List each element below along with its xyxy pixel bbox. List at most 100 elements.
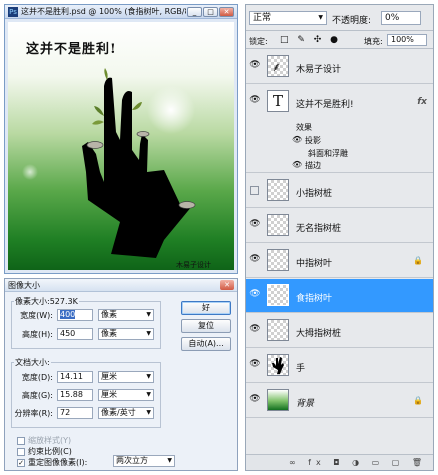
layer-row[interactable]: 👁 无名指树桩 [246, 209, 433, 243]
layer-row[interactable]: 👁 中指树叶 🔒 [246, 244, 433, 278]
lock-bar: 锁定: □ ✎ ✣ ● 填充: 100% [246, 32, 433, 49]
eye-icon[interactable]: 👁 [292, 160, 302, 169]
lock-icon: 🔒 [413, 256, 423, 265]
effect-bevel-emboss[interactable]: 斜面和浮雕 [308, 148, 348, 159]
canvas-signature: 木易子设计 [176, 261, 211, 269]
effects-label: 效果 [296, 123, 312, 132]
leaf-icon [104, 68, 108, 80]
height-input[interactable]: 450 [57, 328, 93, 340]
visibility-toggle[interactable] [250, 186, 259, 195]
dialog-close-icon[interactable]: ✕ [220, 280, 234, 290]
doc-height-input[interactable]: 15.88 [57, 389, 93, 401]
resample-checkbox[interactable]: ✓ 重定图像像素(I): [17, 457, 87, 468]
layer-name: 食指树叶 [296, 294, 333, 304]
auto-button[interactable]: 自动(A)... [181, 337, 231, 351]
chevron-down-icon: ▼ [146, 409, 151, 416]
layer-name: 大拇指树桩 [296, 329, 342, 339]
constrain-proportions-checkbox[interactable]: 约束比例(C) [17, 446, 72, 457]
layer-name: 手 [296, 364, 306, 374]
leaf-icon [132, 102, 142, 110]
resample-method-select[interactable]: 两次立方 ▼ [113, 455, 175, 467]
document-title: 这并不是胜利.psd @ 100% (食指树叶, RGB/8) [21, 7, 186, 16]
dialog-titlebar[interactable]: 图像大小 ✕ [5, 279, 237, 292]
maximize-button[interactable]: □ [203, 6, 218, 17]
signature-icon: ⸙ [272, 60, 281, 74]
layer-row-selected[interactable]: 👁 食指树叶 [246, 279, 433, 313]
chevron-down-icon: ▼ [146, 373, 151, 380]
eye-icon[interactable]: 👁 [248, 254, 262, 266]
eye-icon[interactable]: 👁 [248, 219, 262, 231]
effect-stroke[interactable]: 描边 [305, 160, 321, 171]
layer-row[interactable]: 小指树桩 [246, 174, 433, 208]
leaf-icon [92, 120, 104, 125]
photoshop-icon: Ps [8, 6, 18, 17]
layer-thumbnail [267, 284, 289, 306]
width-unit-select[interactable]: 像素 ▼ [98, 309, 154, 321]
layers-topbar: 正常 ▼ 不透明度: 0% [246, 5, 433, 31]
layer-row[interactable]: 👁 大拇指树桩 [246, 314, 433, 348]
resolution-input[interactable]: 72 [57, 407, 93, 419]
layer-row[interactable]: 👁 背景 🔒 [246, 384, 433, 418]
checkmark-icon: ✓ [17, 458, 25, 467]
layers-panel: 正常 ▼ 不透明度: 0% 锁定: □ ✎ ✣ ● 填充: 100% 👁 ⸙ 木易… [245, 4, 434, 471]
light-flare [147, 86, 195, 134]
resolution-unit-select[interactable]: 像素/英寸 ▼ [98, 407, 154, 419]
reset-button[interactable]: 复位 [181, 319, 231, 333]
eye-icon[interactable]: 👁 [248, 394, 262, 406]
layer-name: 中指树叶 [296, 259, 333, 269]
opacity-input[interactable]: 0% [381, 11, 421, 25]
layers-bottom-toolbar[interactable]: ∞ fx ◘ ◑ ▭ ▢ 🗑 [246, 454, 433, 470]
text-layer-icon: T [267, 90, 289, 112]
effect-drop-shadow[interactable]: 投影 [305, 135, 321, 146]
doc-width-label: 宽度(D): [21, 373, 53, 382]
scale-styles-checkbox[interactable]: 缩放样式(Y) [17, 435, 71, 446]
layer-row[interactable]: 👁 T 这并不是胜利! fx [246, 85, 433, 119]
eye-icon[interactable]: 👁 [248, 60, 262, 72]
layer-row[interactable]: 👁 ⸙ 木易子设计 [246, 50, 433, 84]
thumb-stump [178, 201, 196, 209]
minimize-button[interactable]: _ [187, 6, 202, 17]
layer-thumbnail [267, 354, 289, 376]
doc-width-unit-select[interactable]: 厘米 ▼ [98, 371, 154, 383]
eye-icon[interactable]: 👁 [248, 95, 262, 107]
layer-thumbnail [267, 389, 289, 411]
layer-thumbnail [267, 249, 289, 271]
light-flare-small [22, 164, 38, 180]
image-size-dialog: 图像大小 ✕ 像素大小:527.3K 宽度(W): 400 像素 ▼ 高度(H):… [4, 278, 238, 471]
lock-icon: 🔒 [413, 396, 423, 405]
resolution-label: 分辨率(R): [14, 409, 54, 418]
width-input[interactable]: 400 [57, 309, 93, 321]
eye-icon[interactable]: 👁 [292, 135, 302, 144]
fill-input[interactable]: 100% [387, 34, 427, 46]
lock-icons[interactable]: □ ✎ ✣ ● [280, 35, 341, 45]
layer-name: 小指树桩 [296, 189, 333, 199]
eye-icon[interactable]: 👁 [248, 324, 262, 336]
width-label: 宽度(W): [20, 311, 53, 320]
layer-name: 无名指树桩 [296, 224, 342, 234]
doc-height-unit-select[interactable]: 厘米 ▼ [98, 389, 154, 401]
chevron-down-icon: ▼ [146, 391, 151, 398]
doc-width-input[interactable]: 14.11 [57, 371, 93, 383]
pixel-dimensions-label: 像素大小:527.3K [14, 296, 79, 307]
eye-icon[interactable]: 👁 [248, 289, 262, 301]
svg-text:⸙: ⸙ [272, 60, 281, 74]
leaf-icon [94, 106, 104, 116]
layer-thumbnail [267, 179, 289, 201]
ok-button[interactable]: 好 [181, 301, 231, 315]
chevron-down-icon: ▼ [167, 457, 172, 464]
height-unit-select[interactable]: 像素 ▼ [98, 328, 154, 340]
fx-icon[interactable]: fx [417, 97, 427, 107]
eye-icon[interactable]: 👁 [248, 359, 262, 371]
layer-name: 这并不是胜利! [296, 100, 354, 110]
doc-height-label: 高度(G): [21, 391, 53, 400]
layer-row[interactable]: 👁 手 [246, 349, 433, 383]
layer-name: 木易子设计 [296, 65, 342, 75]
opacity-label: 不透明度: [332, 16, 372, 26]
document-titlebar[interactable]: Ps 这并不是胜利.psd @ 100% (食指树叶, RGB/8) _ □ ✕ [5, 5, 237, 19]
lock-label: 锁定: [249, 37, 268, 46]
document-canvas[interactable]: 这并不是胜利! 木易子设计 [8, 22, 234, 270]
close-button[interactable]: ✕ [219, 6, 234, 17]
pinky-stump [136, 131, 150, 137]
layer-name: 背景 [296, 399, 315, 409]
blend-mode-select[interactable]: 正常 ▼ [249, 11, 327, 25]
